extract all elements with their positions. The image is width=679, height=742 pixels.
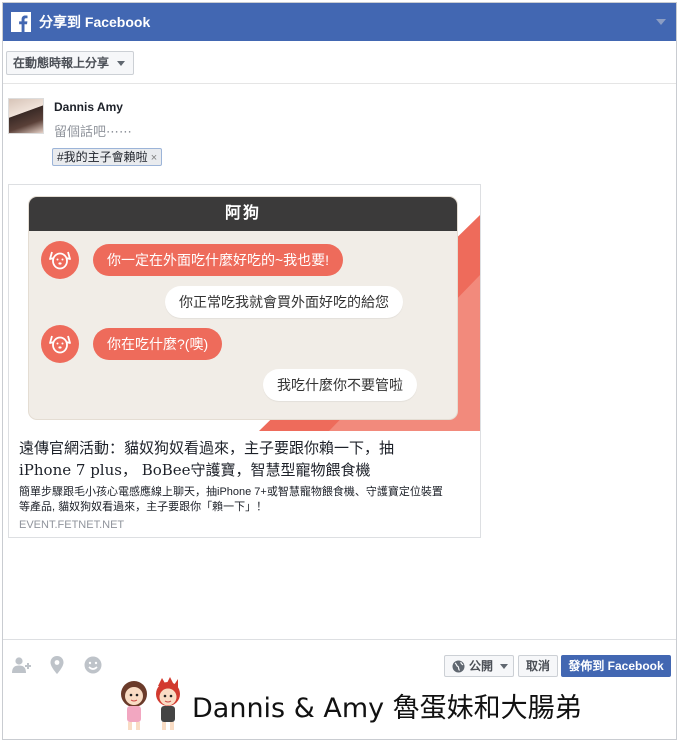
link-preview-image: 阿狗 你一定在外面吃什麼好吃的~我也要! 你正常吃我就會買外面好吃的給您 你在吃… [9,185,480,431]
share-target-row: 在動態時報上分享 [3,42,676,84]
privacy-selector[interactable]: 公開 [444,655,514,677]
chat-bubble-left: 你在吃什麼?(噢) [93,328,223,360]
tag-friends-icon[interactable] [12,656,32,679]
feeling-icon[interactable] [84,656,102,679]
hashtag-token: #我的主子會賴啦 × [52,148,163,166]
globe-icon [452,660,465,673]
hashtag-text: #我的主子會賴啦 [57,150,148,164]
share-target-dropdown[interactable]: 在動態時報上分享 [6,51,135,75]
dog-avatar-icon [41,241,79,279]
chat-bubble-right: 我吃什麼你不要管啦 [263,369,417,401]
link-preview-card[interactable]: 阿狗 你一定在外面吃什麼好吃的~我也要! 你正常吃我就會買外面好吃的給您 你在吃… [8,184,481,538]
chat-header: 阿狗 [29,197,457,231]
chat-panel: 阿狗 你一定在外面吃什麼好吃的~我也要! 你正常吃我就會買外面好吃的給您 你在吃… [29,197,457,419]
location-icon[interactable] [50,656,64,679]
message-input[interactable]: 留個話吧⋯⋯ [54,121,132,140]
remove-hashtag-icon[interactable]: × [151,152,157,164]
avatar [8,98,44,134]
dialog-titlebar: 分享到 Facebook [3,3,676,41]
dialog-menu-caret-icon[interactable] [656,19,666,25]
link-description-line: 等產品, 貓奴狗奴看過來，主子要跟你「賴一下」！ [19,501,268,513]
chat-bubble-right: 你正常吃我就會買外面好吃的給您 [165,286,403,318]
dialog-title: 分享到 Facebook [39,14,151,30]
chevron-down-icon [500,664,508,669]
privacy-label: 公開 [469,659,494,673]
share-target-label: 在動態時報上分享 [13,56,110,70]
link-domain: EVENT.FETNET.NET [19,519,125,531]
user-name: Dannis Amy [54,100,123,114]
link-description: 簡單步驟跟毛小孩心電感應線上聊天，抽iPhone 7+或智慧寵物餵食機、守護寶定… [19,485,470,515]
cancel-button[interactable]: 取消 [518,655,558,677]
chat-bubble-left: 你一定在外面吃什麼好吃的~我也要! [93,244,344,276]
link-description-line: 簡單步驟跟毛小孩心電感應線上聊天，抽iPhone 7+或智慧寵物餵食機、守護寶定… [19,486,443,498]
link-title[interactable]: 遠傳官網活動：貓奴狗奴看過來，主子要跟你賴一下，抽 iPhone 7 plus，… [19,437,470,481]
link-preview-text: 遠傳官網活動：貓奴狗奴看過來，主子要跟你賴一下，抽 iPhone 7 plus，… [9,431,480,537]
toolbar-divider [3,639,676,640]
mascot-characters-icon [121,677,180,730]
facebook-logo-icon [11,12,31,32]
link-title-line: iPhone 7 plus， BoBee守護寶，智慧型寵物餵食機 [19,461,371,479]
link-title-line: 遠傳官網活動：貓奴狗奴看過來，主子要跟你賴一下，抽 [19,439,395,457]
blog-watermark: Dannis & Amy 魯蛋妹和大腸弟 [116,676,636,732]
chevron-down-icon [117,61,126,66]
post-to-facebook-button[interactable]: 發佈到 Facebook [561,655,671,677]
dog-avatar-icon [41,325,79,363]
watermark-text: Dannis & Amy 魯蛋妹和大腸弟 [192,693,582,724]
